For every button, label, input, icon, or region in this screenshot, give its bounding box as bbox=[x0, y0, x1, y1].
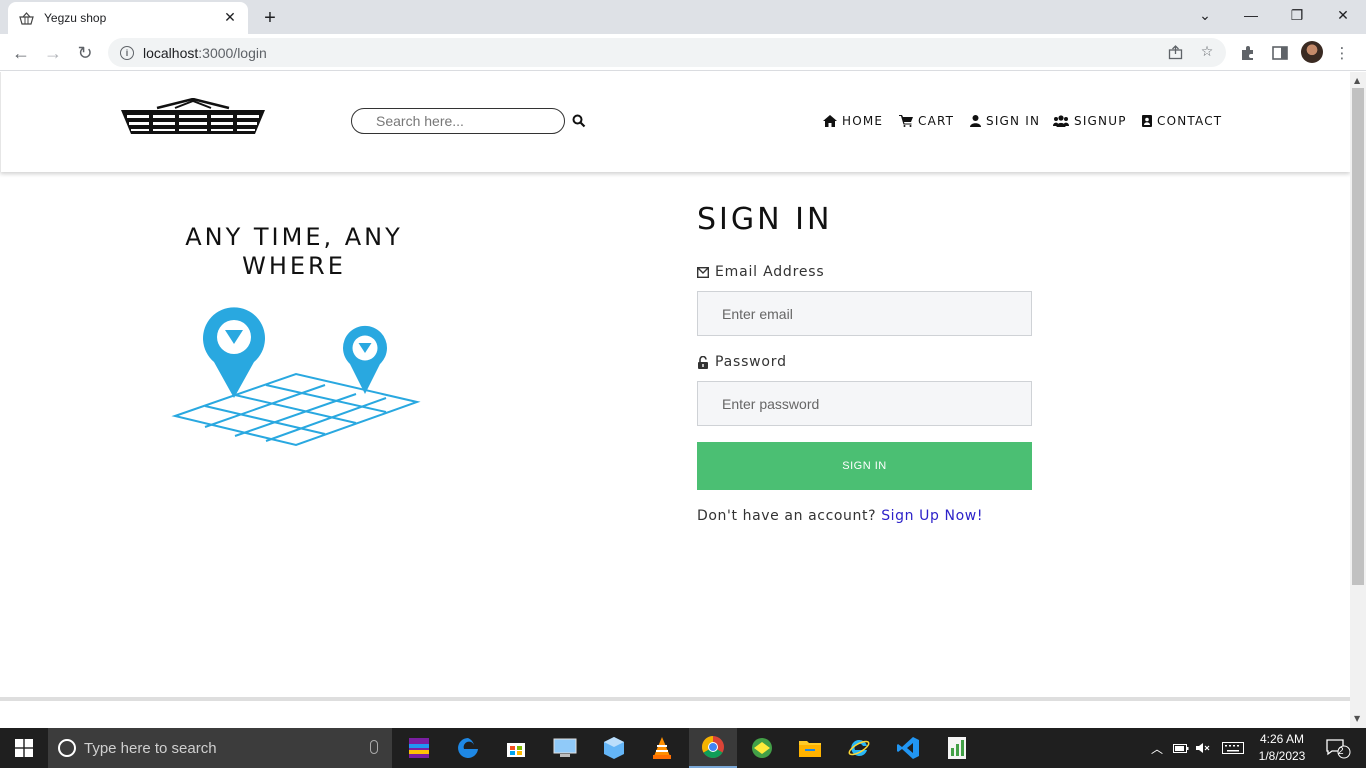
taskbar-app-vscode-icon[interactable] bbox=[884, 728, 932, 768]
address-bar[interactable]: i localhost:3000/login bbox=[108, 38, 1226, 67]
taskbar-clock[interactable]: 4:26 AM 1/8/2023 bbox=[1252, 731, 1312, 765]
nav-cart-label: CART bbox=[918, 114, 955, 128]
sign-in-button[interactable]: SIGN IN bbox=[697, 442, 1032, 490]
windows-start-button[interactable] bbox=[0, 728, 48, 768]
tab-title: Yegzu shop bbox=[44, 11, 107, 25]
nav-contact[interactable]: CONTACT bbox=[1142, 114, 1222, 128]
envelope-icon bbox=[697, 266, 709, 278]
close-window-button[interactable]: ✕ bbox=[1320, 0, 1366, 30]
scrollbar-thumb[interactable] bbox=[1352, 88, 1364, 585]
unlock-icon bbox=[698, 355, 708, 369]
user-icon bbox=[970, 115, 981, 127]
url-text: localhost:3000/login bbox=[143, 44, 267, 61]
taskbar-app-winrar-icon[interactable] bbox=[395, 728, 443, 768]
password-field[interactable] bbox=[698, 382, 1031, 425]
reload-icon[interactable]: ↻ bbox=[72, 40, 98, 66]
map-pin-small bbox=[343, 325, 387, 394]
taskbar-app-virtualbox-icon[interactable] bbox=[590, 728, 638, 768]
taskbar-app-edge-icon[interactable] bbox=[444, 728, 492, 768]
search-icon[interactable] bbox=[572, 114, 586, 128]
email-label-text: Email Address bbox=[715, 264, 825, 280]
keyboard-icon[interactable] bbox=[1220, 728, 1246, 768]
email-field-wrapper bbox=[697, 291, 1032, 336]
home-icon bbox=[823, 115, 837, 127]
volume-muted-icon[interactable] bbox=[1194, 728, 1212, 768]
site-info-icon[interactable]: i bbox=[120, 45, 134, 60]
nav-sign-in[interactable]: SIGN IN bbox=[970, 114, 1040, 128]
password-field-wrapper bbox=[697, 381, 1032, 426]
email-label: Email Address bbox=[697, 264, 824, 280]
tab-close-icon[interactable]: ✕ bbox=[222, 10, 238, 26]
nav-signup-label: SIGNUP bbox=[1074, 114, 1127, 128]
cart-icon bbox=[899, 115, 913, 127]
no-account-text: Don't have an account? bbox=[697, 508, 877, 524]
hero-title: ANY TIME, ANY WHERE bbox=[185, 223, 403, 280]
search-input[interactable] bbox=[352, 109, 564, 133]
nav-sign-in-label: SIGN IN bbox=[986, 114, 1041, 128]
signup-prompt: Don't have an account? Sign Up Now! bbox=[697, 508, 983, 524]
nav-home[interactable]: HOME bbox=[823, 114, 883, 128]
side-panel-icon[interactable] bbox=[1270, 43, 1290, 63]
battery-icon[interactable] bbox=[1172, 728, 1190, 768]
new-tab-button[interactable]: + bbox=[258, 6, 282, 30]
taskbar-app-remote-desktop-icon[interactable] bbox=[541, 728, 589, 768]
forward-arrow-icon[interactable]: → bbox=[40, 40, 66, 66]
taskbar-app-chrome-icon[interactable] bbox=[689, 728, 737, 768]
taskbar-search-input[interactable] bbox=[84, 739, 354, 757]
bookmark-star-icon[interactable]: ☆ bbox=[1198, 43, 1216, 61]
taskbar-app-spreadsheet-icon[interactable] bbox=[933, 728, 981, 768]
taskbar-app-store-icon[interactable] bbox=[492, 728, 540, 768]
tray-overflow-chevron-icon[interactable]: ︿ bbox=[1148, 728, 1166, 768]
taskbar-app-vlc-icon[interactable] bbox=[638, 728, 686, 768]
back-arrow-icon[interactable]: ← bbox=[8, 40, 34, 66]
browser-tab[interactable]: Yegzu shop ✕ bbox=[8, 2, 248, 34]
windows-logo-icon bbox=[15, 739, 33, 757]
page-viewport: HOME CART SIGN IN SIGNUP CONTACT ANY TIM… bbox=[0, 72, 1350, 728]
windows-taskbar: ︿ 4:26 AM 1/8/2023 2 bbox=[0, 728, 1366, 768]
password-label: Password bbox=[697, 354, 787, 370]
page-footer bbox=[0, 697, 1350, 728]
cortana-icon bbox=[58, 739, 76, 757]
notification-count: 2 bbox=[1338, 746, 1344, 757]
clock-date: 1/8/2023 bbox=[1258, 749, 1306, 763]
shop-basket-logo[interactable] bbox=[119, 98, 267, 138]
clock-time: 4:26 AM bbox=[1259, 732, 1305, 746]
notification-center-icon[interactable]: 2 bbox=[1318, 728, 1358, 768]
share-icon[interactable] bbox=[1166, 43, 1184, 61]
browser-toolbar: ← → ↻ i localhost:3000/login ☆ ⋮ bbox=[0, 34, 1366, 71]
taskbar-app-download-manager-icon[interactable] bbox=[738, 728, 786, 768]
tab-search-icon[interactable]: ⌄ bbox=[1182, 0, 1228, 30]
password-label-text: Password bbox=[715, 354, 787, 370]
minimize-button[interactable]: — bbox=[1228, 0, 1274, 30]
users-icon bbox=[1053, 115, 1069, 127]
nav-cart[interactable]: CART bbox=[899, 114, 954, 128]
signin-title: SIGN IN bbox=[697, 202, 833, 237]
nav-signup[interactable]: SIGNUP bbox=[1053, 114, 1127, 128]
extensions-puzzle-icon[interactable] bbox=[1238, 43, 1258, 63]
chrome-menu-icon[interactable]: ⋮ bbox=[1332, 43, 1352, 63]
taskbar-app-file-explorer-icon[interactable] bbox=[786, 728, 834, 768]
map-location-illustration bbox=[171, 307, 421, 447]
nav-home-label: HOME bbox=[842, 114, 884, 128]
browser-tab-strip: Yegzu shop ✕ + ⌄ — ❐ ✕ bbox=[0, 0, 1366, 34]
taskbar-app-internet-explorer-icon[interactable] bbox=[835, 728, 883, 768]
page-scrollbar[interactable]: ▲ ▼ bbox=[1350, 72, 1366, 728]
sign-up-link[interactable]: Sign Up Now! bbox=[881, 508, 983, 524]
nav-contact-label: CONTACT bbox=[1157, 114, 1223, 128]
contact-book-icon bbox=[1142, 115, 1152, 127]
site-header: HOME CART SIGN IN SIGNUP CONTACT bbox=[0, 72, 1350, 172]
restore-button[interactable]: ❐ bbox=[1274, 0, 1320, 30]
scroll-down-arrow-icon[interactable]: ▼ bbox=[1354, 714, 1360, 723]
search-box bbox=[351, 108, 565, 134]
email-field[interactable] bbox=[698, 292, 1031, 335]
microphone-icon[interactable] bbox=[370, 740, 378, 754]
basket-favicon-icon bbox=[18, 10, 34, 26]
taskbar-search-box bbox=[48, 728, 392, 768]
scroll-up-arrow-icon[interactable]: ▲ bbox=[1354, 76, 1360, 85]
map-pin-large bbox=[203, 307, 265, 398]
profile-avatar[interactable] bbox=[1301, 41, 1323, 63]
